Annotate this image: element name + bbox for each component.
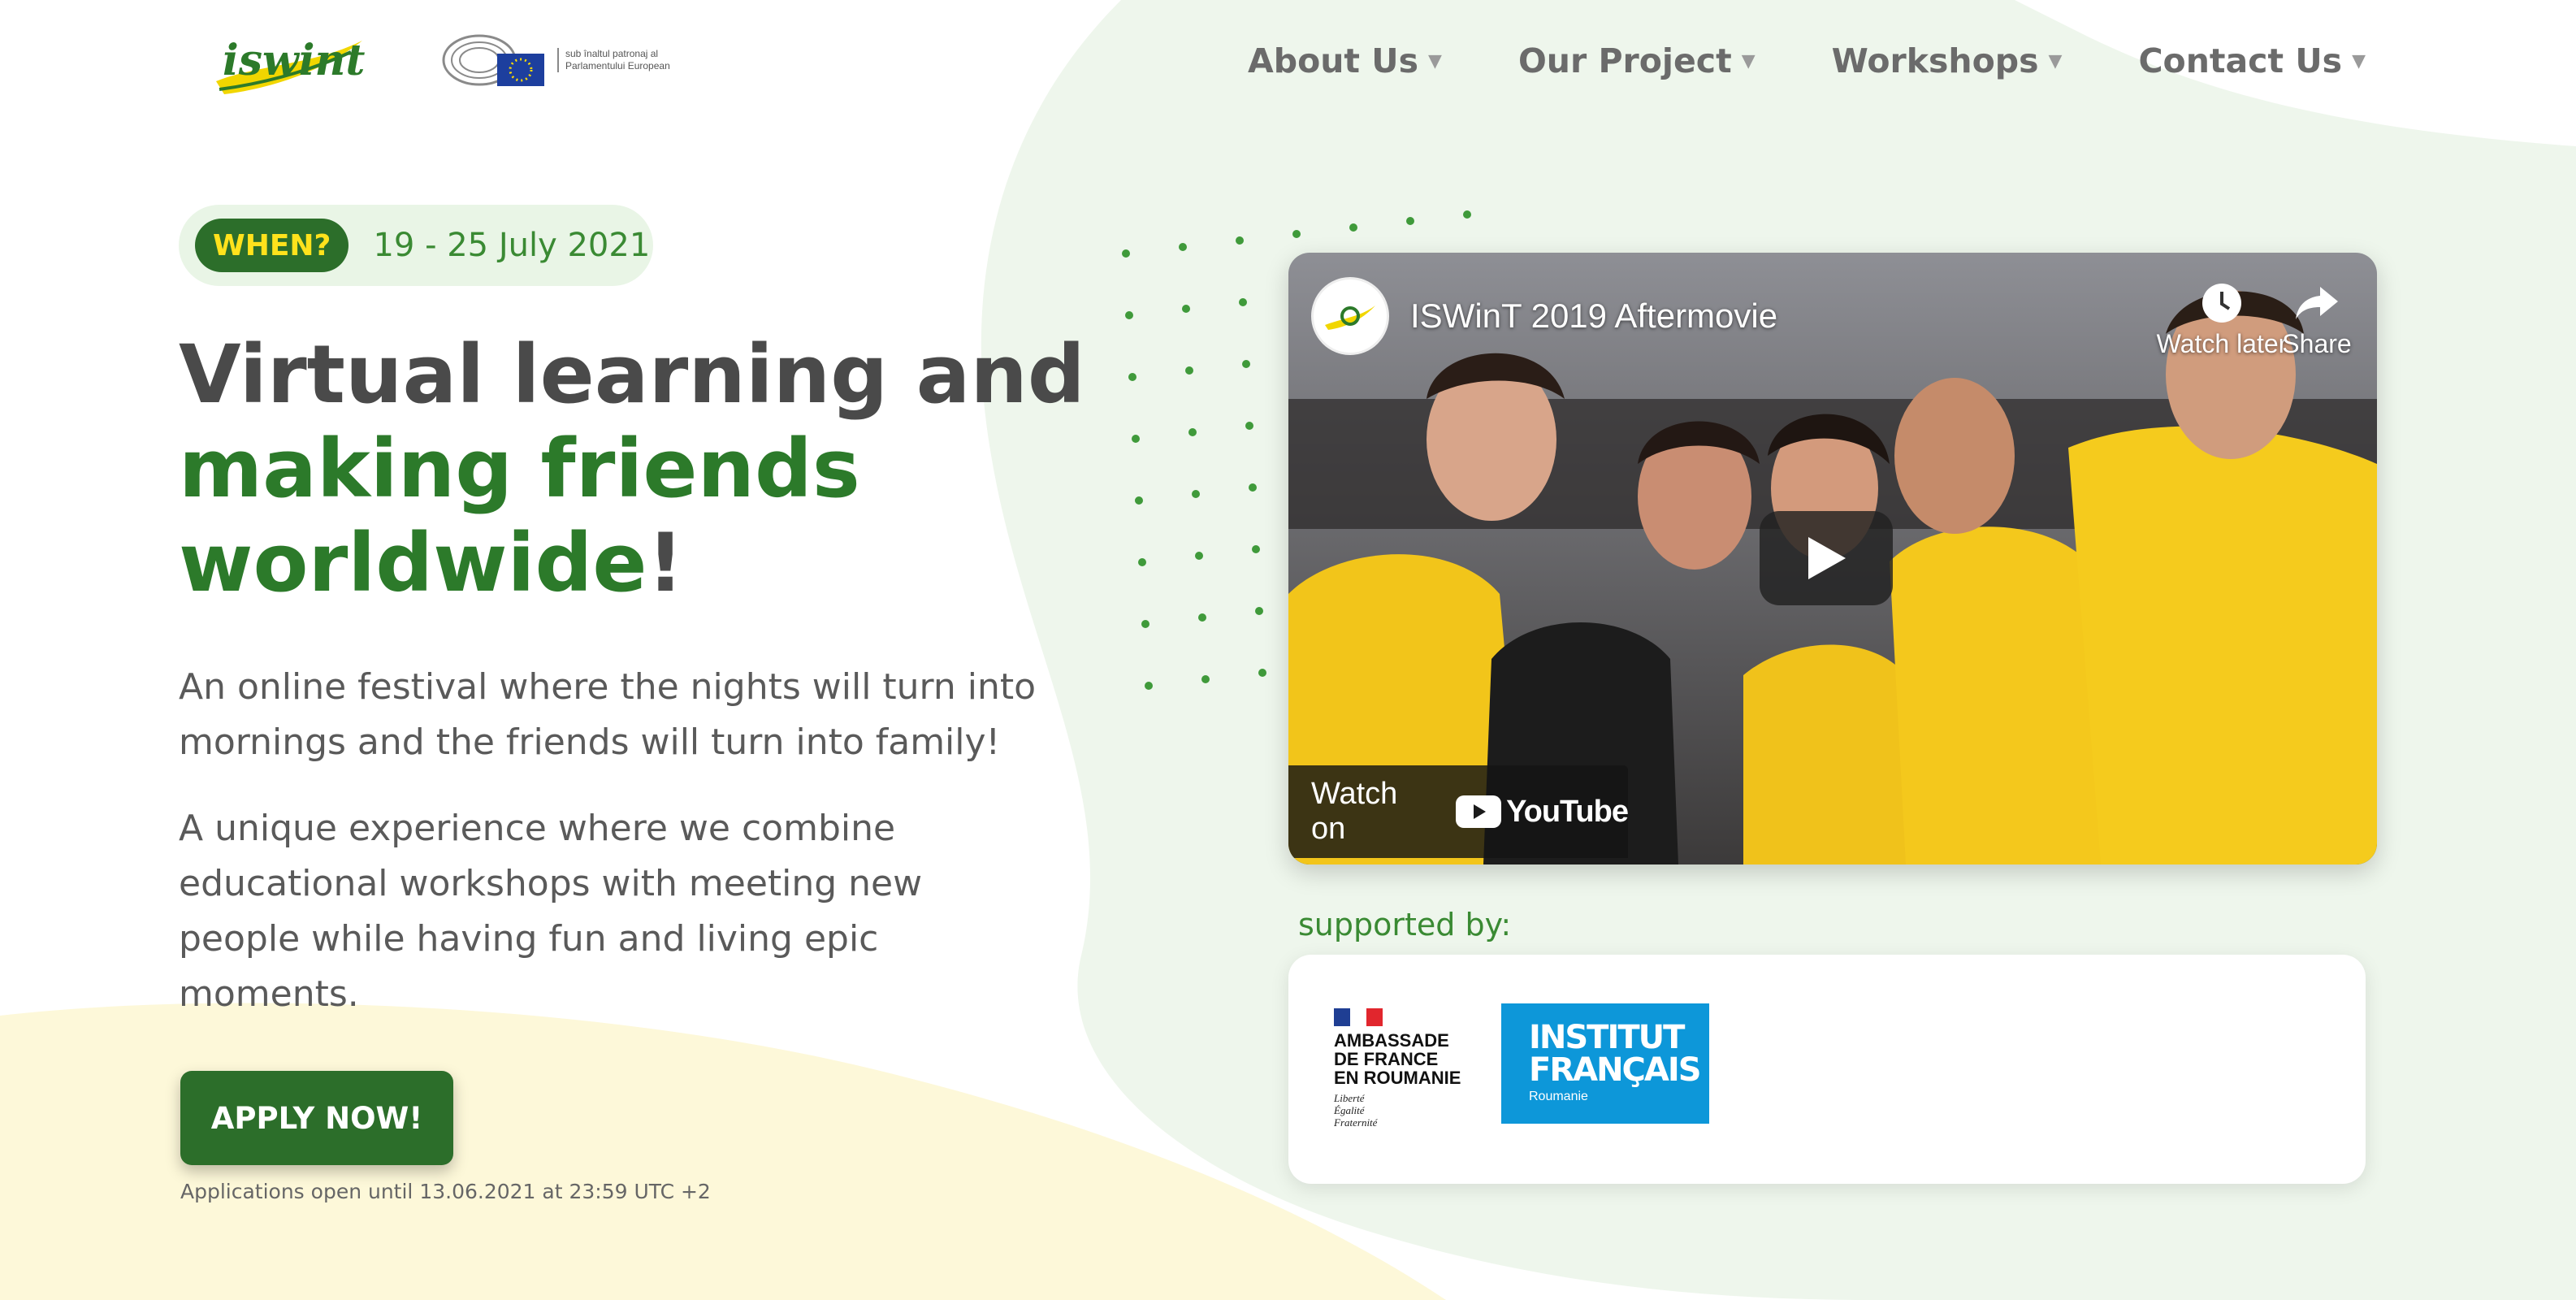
institut-line-1: INSTITUT [1529,1019,1685,1056]
decor-dot [1188,428,1197,436]
nav-label: Workshops [1831,41,2039,80]
watch-on-youtube-button[interactable]: Watch on YouTube [1288,765,1629,858]
hero-description-1: An online festival where the nights will… [179,666,1037,763]
youtube-wordmark: YouTube [1506,794,1629,829]
caret-down-icon: ▼ [1428,50,1442,72]
youtube-icon [1456,795,1502,828]
decor-dot [1182,305,1190,313]
nav-about-us[interactable]: About Us ▼ [1248,34,1442,88]
institut-line-2: FRANÇAIS [1529,1051,1702,1089]
video-title-bar: ISWinT 2019 Aftermovie [1311,277,1777,355]
headline-exclamation: ! [647,517,684,610]
share-arrow-icon [2296,287,2338,319]
decor-dot [1141,620,1149,628]
decor-dot [1349,223,1357,232]
parliament-emblem-icon [442,34,544,86]
motto-line-3: Fraternité [1334,1116,1378,1129]
motto-line-2: Égalité [1334,1104,1365,1116]
headline-line-1: Virtual learning and [179,328,1085,422]
headline-line-3: worldwide [179,517,647,610]
motto-line-1: Liberté [1334,1092,1365,1104]
decor-dot [1406,217,1414,225]
apply-now-button[interactable]: APPLY NOW! [180,1071,453,1165]
application-deadline-note: Applications open until 13.06.2021 at 23… [180,1180,711,1203]
decor-dot [1185,366,1193,375]
watch-on-label: Watch on [1311,777,1398,846]
decor-dot [1258,669,1266,677]
caret-down-icon: ▼ [2048,50,2063,72]
when-badge: WHEN? [195,219,349,272]
decor-dot [1192,490,1200,498]
decor-dot [1252,545,1260,553]
decor-dot [1249,483,1257,492]
decor-dot [1236,236,1244,245]
decor-dot [1145,682,1153,690]
hero-headline: Virtual learning and making friends worl… [179,328,1085,611]
decor-dot [1198,613,1206,622]
event-date: 19 - 25 July 2021 [373,227,651,264]
european-parliament-logo: sub înaltul patronaj al Parlamentului Eu… [440,28,684,93]
decor-dot [1201,675,1210,683]
decor-dot [1132,435,1140,443]
decor-dot [1138,558,1146,566]
channel-avatar[interactable] [1311,277,1389,355]
event-date-pill: WHEN? 19 - 25 July 2021 [179,205,653,286]
nav-label: Contact Us [2138,41,2343,80]
nav-workshops[interactable]: Workshops ▼ [1832,34,2063,88]
caret-down-icon: ▼ [2352,50,2366,72]
decor-dot [1242,360,1250,368]
play-icon [1808,537,1846,579]
headline-line-2: making friends [179,422,860,516]
share-label: Share [2282,329,2352,358]
ambassade-de-france-logo[interactable]: AMBASSADE DE FRANCE EN ROUMANIE Liberté … [1334,1008,1480,1129]
decor-dot [1239,298,1247,306]
decor-dot [1128,373,1136,381]
decor-dot [1195,552,1203,560]
video-title[interactable]: ISWinT 2019 Aftermovie [1410,297,1777,336]
clock-icon [2202,284,2241,323]
nav-our-project[interactable]: Our Project ▼ [1518,34,1756,88]
sponsors-card: AMBASSADE DE FRANCE EN ROUMANIE Liberté … [1288,955,2366,1184]
decor-dot [1122,249,1130,258]
decor-dot [1463,210,1471,219]
logo-wordmark: iswint [223,36,365,85]
main-nav: About Us ▼ Our Project ▼ Workshops ▼ Contac… [1248,34,2442,88]
youtube-video-embed[interactable]: ISWinT 2019 Aftermovie Watch later Share… [1288,253,2377,864]
play-button[interactable] [1760,511,1893,605]
decor-dot [1292,230,1301,238]
decor-dot [1245,422,1253,430]
decor-dot [1179,243,1187,251]
caret-down-icon: ▼ [1741,50,1756,72]
nav-label: Our Project [1517,41,1732,80]
nav-contact-us[interactable]: Contact Us ▼ [2138,34,2366,88]
ambassade-line-1: AMBASSADE [1334,1030,1449,1051]
supported-by-label: supported by: [1298,907,1512,942]
institut-francais-logo[interactable]: INSTITUT FRANÇAIS Roumanie [1501,1003,1709,1124]
french-flag-icon [1334,1008,1383,1026]
ep-patronage-caption: sub înaltul patronaj al Parlamentului Eu… [557,48,679,72]
decor-dot [1125,311,1133,319]
institut-subtitle: Roumanie [1529,1090,1588,1103]
hero-description-2: A unique experience where we combine edu… [179,808,923,1015]
ambassade-line-3: EN ROUMANIE [1334,1068,1461,1088]
decor-dot [1255,607,1263,615]
decor-dot [1135,496,1143,505]
youtube-logo: YouTube [1456,794,1629,830]
nav-label: About Us [1248,41,1419,80]
iswint-logo[interactable]: iswint [208,16,370,106]
share-button[interactable]: Share [2268,277,2366,359]
ambassade-line-2: DE FRANCE [1334,1049,1439,1069]
